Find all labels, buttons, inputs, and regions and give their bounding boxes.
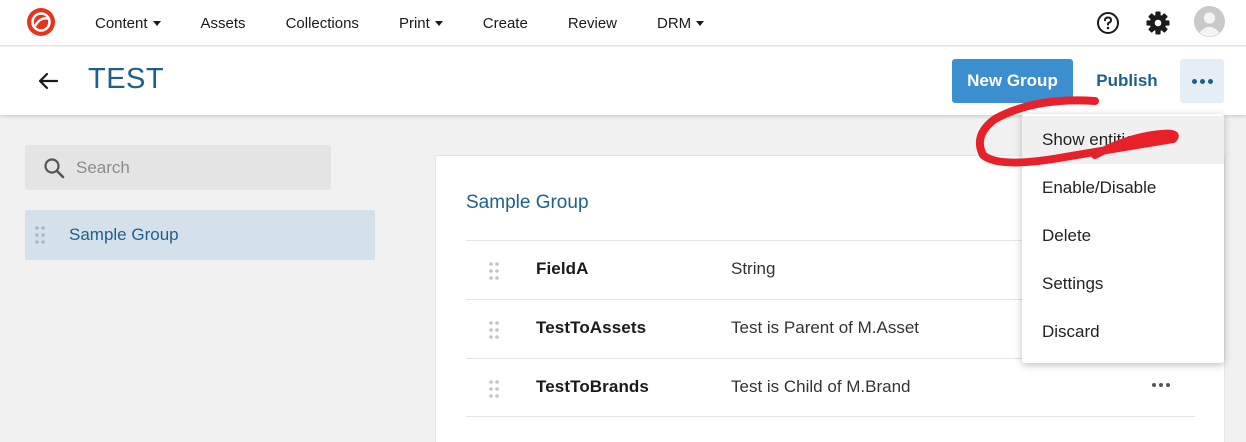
- caret-down-icon: [434, 20, 443, 26]
- menu-item-show-entities[interactable]: Show entities: [1022, 116, 1224, 164]
- more-horizontal-icon: [1191, 78, 1213, 84]
- nav-item-label: Content: [95, 14, 148, 32]
- menu-item-discard[interactable]: Discard: [1022, 308, 1224, 356]
- field-type: String: [731, 259, 776, 278]
- nav-item-label: Assets: [200, 14, 246, 32]
- field-type: Test is Parent of M.Asset: [731, 318, 920, 337]
- back-arrow-icon[interactable]: [36, 69, 60, 93]
- field-row[interactable]: TestToBrands Test is Child of M.Brand: [466, 358, 1195, 417]
- more-options-menu: Show entities Enable/Disable Delete Sett…: [1022, 114, 1224, 363]
- menu-item-delete[interactable]: Delete: [1022, 212, 1224, 260]
- nav-item-label: DRM: [657, 14, 692, 32]
- avatar-icon[interactable]: [1194, 6, 1225, 37]
- top-navigation-bar: Content Assets Collections Print Create …: [0, 0, 1246, 46]
- nav-item-drm[interactable]: DRM: [657, 14, 705, 32]
- field-name: FieldA: [536, 259, 589, 278]
- drag-handle-icon[interactable]: [488, 320, 500, 340]
- nav-item-label: Collections: [285, 14, 359, 32]
- drag-handle-icon[interactable]: [488, 379, 500, 399]
- gear-icon[interactable]: [1145, 10, 1171, 36]
- logo-icon[interactable]: [26, 7, 56, 37]
- field-name: TestToAssets: [536, 318, 647, 337]
- nav-item-content[interactable]: Content: [95, 15, 161, 32]
- nav-item-label: Review: [567, 14, 617, 32]
- caret-down-icon: [152, 20, 161, 26]
- page-title: TEST: [88, 63, 165, 95]
- row-more-options-icon[interactable]: [1152, 383, 1170, 387]
- search-icon: [42, 156, 66, 180]
- nav-item-label: Create: [482, 14, 528, 32]
- nav-item-assets[interactable]: Assets: [201, 15, 246, 32]
- menu-item-enable-disable[interactable]: Enable/Disable: [1022, 164, 1224, 212]
- group-title: Sample Group: [466, 192, 589, 213]
- caret-down-icon: [696, 20, 705, 26]
- main-menu: Content Assets Collections Print Create …: [95, 0, 744, 46]
- field-name: TestToBrands: [536, 377, 649, 396]
- sidebar-item-label: Sample Group: [69, 225, 179, 244]
- more-options-button[interactable]: [1180, 59, 1224, 103]
- search-input[interactable]: [76, 145, 326, 190]
- new-group-button[interactable]: New Group: [952, 59, 1073, 103]
- help-icon[interactable]: [1096, 11, 1120, 35]
- publish-button[interactable]: Publish: [1085, 59, 1169, 103]
- field-type: Test is Child of M.Brand: [731, 377, 911, 396]
- page-header: TEST New Group Publish: [0, 47, 1246, 115]
- nav-item-create[interactable]: Create: [483, 15, 528, 32]
- menu-item-settings[interactable]: Settings: [1022, 260, 1224, 308]
- drag-handle-icon[interactable]: [34, 225, 46, 245]
- nav-item-review[interactable]: Review: [568, 15, 617, 32]
- sidebar-item-sample-group[interactable]: Sample Group: [25, 210, 375, 260]
- nav-item-collections[interactable]: Collections: [286, 15, 359, 32]
- nav-item-label: Print: [398, 14, 430, 32]
- nav-item-print[interactable]: Print: [399, 15, 443, 32]
- drag-handle-icon[interactable]: [488, 261, 500, 281]
